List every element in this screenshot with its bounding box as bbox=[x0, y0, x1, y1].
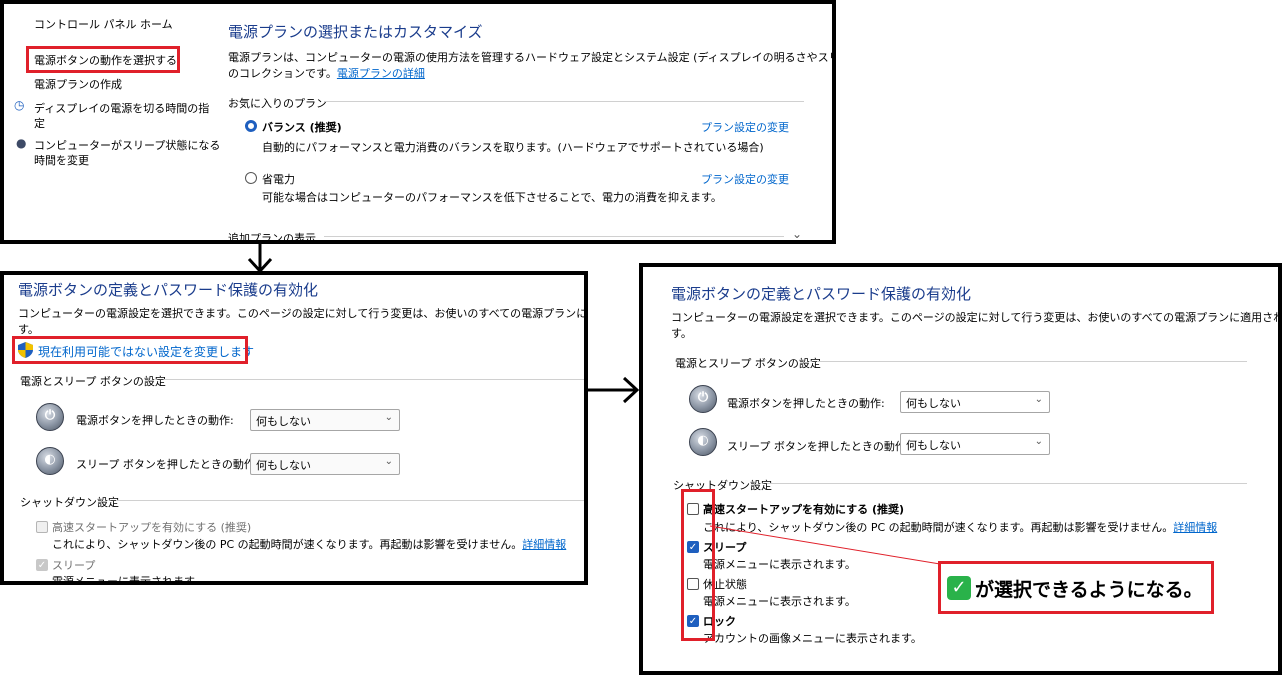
sidebar-item-sleep-time-line2[interactable]: 時間を変更 bbox=[34, 152, 89, 168]
hibernate-desc: 電源メニューに表示されます。 bbox=[703, 595, 856, 608]
page-description: コンピューターの電源設定を選択できます。このページの設定に対して行う変更は、お使… bbox=[671, 311, 1282, 324]
system-settings-panel-before: 電源ボタンの定義とパスワード保護の有効化 コンピューターの電源設定を選択できます… bbox=[0, 271, 588, 585]
page-description-line2: のコレクションです。電源プランの詳細 bbox=[228, 67, 425, 80]
callout-connector bbox=[709, 525, 941, 565]
fast-startup-desc: これにより、シャットダウン後の PC の起動時間が速くなります。再起動は影響を受… bbox=[52, 538, 567, 551]
plan-balanced-desc: 自動的にパフォーマンスと電力消費のバランスを取ります。(ハードウェアでサポートさ… bbox=[262, 141, 764, 154]
sleep-button-icon: ◐ bbox=[36, 447, 64, 475]
power-button-icon: ⏻ bbox=[36, 403, 64, 431]
power-button-icon: ⏻ bbox=[689, 385, 717, 413]
chevron-down-icon[interactable]: ⌄ bbox=[792, 227, 802, 240]
page-title: 電源ボタンの定義とパスワード保護の有効化 bbox=[18, 281, 319, 299]
power-sleep-header: 電源とスリープ ボタンの設定 bbox=[675, 357, 821, 370]
green-check-icon: ✓ bbox=[947, 576, 971, 600]
sleep-checkbox: ✓ bbox=[36, 559, 48, 571]
sleep-button-label: スリープ ボタンを押したときの動作: bbox=[76, 458, 259, 471]
plan-saver-desc: 可能な場合はコンピューターのパフォーマンスを低下させることで、電力の消費を抑えま… bbox=[262, 191, 722, 204]
shutdown-header: シャットダウン設定 bbox=[20, 496, 119, 509]
sleep-button-icon: ◐ bbox=[689, 428, 717, 456]
power-options-panel: コントロール パネル ホーム 電源ボタンの動作を選択する 電源プランの作成 ◷ … bbox=[0, 0, 836, 244]
fast-startup-checkbox bbox=[36, 521, 48, 533]
change-plan-link-balanced[interactable]: プラン設定の変更 bbox=[701, 119, 789, 135]
highlight-box bbox=[12, 336, 248, 364]
lock-desc: アカウントの画像メニューに表示されます。 bbox=[703, 632, 922, 645]
sidebar-item-create-plan[interactable]: 電源プランの作成 bbox=[34, 76, 122, 92]
page-description-line2: す。 bbox=[18, 323, 39, 336]
monitor-icon: ◷ bbox=[14, 98, 25, 112]
page-description-line2: す。 bbox=[671, 327, 692, 340]
page-title: 電源プランの選択またはカスタマイズ bbox=[228, 23, 483, 41]
sleep-button-select[interactable]: 何もしない ⌄ bbox=[900, 433, 1050, 455]
chevron-down-icon: ⌄ bbox=[1034, 394, 1043, 405]
sidebar-home-link[interactable]: コントロール パネル ホーム bbox=[34, 16, 173, 32]
arrow-right-icon bbox=[586, 376, 640, 404]
power-button-label: 電源ボタンを押したときの動作: bbox=[76, 414, 234, 427]
moon-icon: ● bbox=[16, 136, 27, 150]
chevron-down-icon: ⌄ bbox=[1034, 436, 1043, 447]
power-sleep-header: 電源とスリープ ボタンの設定 bbox=[20, 375, 166, 388]
power-button-select: 何もしない ⌄ bbox=[250, 409, 400, 431]
radio-balanced[interactable] bbox=[245, 120, 257, 132]
details-link[interactable]: 詳細情報 bbox=[1173, 521, 1217, 534]
change-plan-link-saver[interactable]: プラン設定の変更 bbox=[701, 171, 789, 187]
sidebar-item-display-off[interactable]: ディスプレイの電源を切る時間の指 bbox=[34, 100, 209, 116]
sleep-desc: 電源メニューに表示されます。 bbox=[52, 575, 205, 585]
callout-box: ✓ が選択できるようになる。 bbox=[938, 561, 1214, 614]
highlight-box bbox=[26, 46, 180, 73]
callout-text: が選択できるようになる。 bbox=[975, 579, 1203, 601]
radio-power-saver[interactable] bbox=[245, 172, 257, 184]
sidebar-item-display-off-line2[interactable]: 定 bbox=[34, 115, 45, 131]
sleep-button-select: 何もしない ⌄ bbox=[250, 453, 400, 475]
power-plan-details-link[interactable]: 電源プランの詳細 bbox=[337, 67, 425, 80]
page-description: コンピューターの電源設定を選択できます。このページの設定に対して行う変更は、お使… bbox=[18, 307, 588, 320]
power-button-label: 電源ボタンを押したときの動作: bbox=[727, 397, 885, 410]
sidebar-item-sleep-time[interactable]: コンピューターがスリープ状態になる bbox=[34, 137, 220, 153]
plan-saver-label[interactable]: 省電力 bbox=[262, 171, 295, 187]
page-title: 電源ボタンの定義とパスワード保護の有効化 bbox=[671, 285, 972, 303]
sleep-label: スリープ bbox=[52, 559, 96, 572]
sleep-button-label: スリープ ボタンを押したときの動作: bbox=[727, 440, 910, 453]
chevron-down-icon: ⌄ bbox=[384, 412, 393, 423]
chevron-down-icon: ⌄ bbox=[384, 456, 393, 467]
fast-startup-label[interactable]: 高速スタートアップを有効にする (推奨) bbox=[703, 501, 904, 517]
plan-balanced-label[interactable]: バランス (推奨) bbox=[262, 119, 342, 135]
details-link[interactable]: 詳細情報 bbox=[522, 538, 566, 551]
power-button-select[interactable]: 何もしない ⌄ bbox=[900, 391, 1050, 413]
page-description: 電源プランは、コンピューターの電源の使用方法を管理するハードウェア設定とシステム… bbox=[228, 51, 836, 64]
favorites-header: お気に入りのプラン bbox=[228, 97, 327, 110]
fast-startup-label: 高速スタートアップを有効にする (推奨) bbox=[52, 521, 252, 534]
